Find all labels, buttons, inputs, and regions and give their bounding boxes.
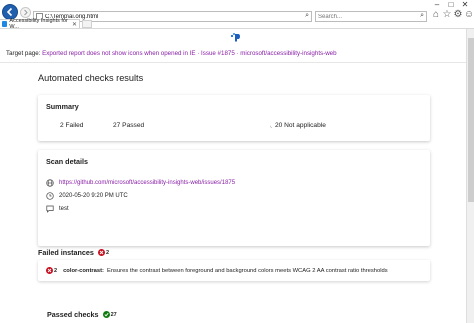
fail-x-icon	[97, 249, 105, 256]
browser-tab[interactable]: Accessibility Insights for W... ✕	[0, 18, 80, 30]
scan-datetime: 2020-05-20 9:20 PM UTC	[59, 193, 128, 199]
new-tab-button[interactable]	[82, 20, 92, 28]
globe-icon	[46, 179, 54, 187]
rule-fail-badge: 2	[46, 267, 57, 274]
target-page-link[interactable]: Exported report does not show icons when…	[42, 50, 336, 57]
accessibility-insights-logo-icon	[231, 33, 240, 42]
not-applicable-stat: ◟ 20 Not applicable	[270, 122, 326, 129]
passed-count: 27 Passed	[113, 122, 145, 129]
close-window-icon[interactable]: ✕	[458, 0, 472, 9]
header-divider	[0, 62, 466, 63]
tab-close-icon[interactable]: ✕	[72, 21, 77, 28]
scan-url-row: https://github.com/microsoft/accessibili…	[46, 179, 235, 187]
rule-row: 2 color-contrast: Ensures the contrast b…	[46, 267, 388, 274]
scan-details-title: Scan details	[46, 157, 88, 166]
failed-instances-heading: Failed instances 2	[38, 248, 109, 257]
comment-icon	[46, 205, 54, 213]
failed-instances-count: 2	[105, 249, 109, 256]
rule-fail-x-icon	[46, 267, 53, 274]
address-search-icon[interactable]: ⌕	[305, 12, 309, 20]
summary-card: Summary 2 Failed 27 Passed ◟ 20 Not appli…	[38, 95, 430, 141]
target-page-label: Target page:	[6, 50, 41, 57]
search-box[interactable]: ⌕	[315, 11, 427, 22]
scan-comment-row: test	[46, 205, 69, 213]
rule-id: color-contrast:	[63, 267, 104, 274]
search-input[interactable]	[318, 13, 413, 20]
minimize-icon[interactable]: –	[430, 0, 444, 9]
failed-instances-title: Failed instances	[38, 248, 94, 257]
back-icon	[6, 7, 13, 17]
passed-checks-title: Passed checks	[47, 310, 99, 319]
scan-comment: test	[59, 206, 69, 212]
rule-description: Ensures the contrast between foreground …	[106, 267, 388, 274]
search-icon[interactable]: ⌕	[420, 12, 424, 20]
clock-icon	[46, 192, 54, 200]
pass-check-icon	[102, 311, 110, 318]
passed-checks-heading[interactable]: Passed checks 27	[47, 310, 117, 319]
scan-url-link[interactable]: https://github.com/microsoft/accessibili…	[59, 180, 235, 186]
scan-details-card: Scan details https://github.com/microsof…	[38, 150, 430, 246]
forward-icon	[24, 9, 28, 16]
scrollbar-thumb[interactable]	[468, 38, 474, 202]
scan-datetime-row: 2020-05-20 9:20 PM UTC	[46, 192, 128, 200]
failed-instances-badge: 2	[97, 249, 109, 256]
tab-favicon-icon	[2, 21, 8, 27]
maximize-icon[interactable]: □	[444, 0, 458, 9]
browser-toolbar: ⌕ ⌕ ⌂ ☆ ⚙ ☺ – □ ✕ Accessibility Insights…	[0, 0, 474, 30]
not-applicable-count: 20 Not applicable	[274, 122, 326, 129]
failed-rule-item[interactable]: 2 color-contrast: Ensures the contrast b…	[38, 260, 430, 281]
report-page: Target page: Exported report does not sh…	[0, 29, 466, 323]
vertical-scrollbar[interactable]	[466, 29, 474, 323]
rule-fail-count: 2	[54, 267, 58, 274]
page-title: Automated checks results	[38, 73, 144, 83]
not-applicable-icon: ◟	[270, 123, 272, 129]
smiley-icon[interactable]: ☺	[463, 9, 474, 21]
failed-count: 2 Failed	[60, 122, 84, 129]
summary-title: Summary	[46, 102, 79, 111]
passed-checks-count: 27	[110, 311, 117, 318]
target-page-row: Target page: Exported report does not sh…	[6, 50, 337, 57]
forward-button[interactable]	[20, 7, 31, 18]
